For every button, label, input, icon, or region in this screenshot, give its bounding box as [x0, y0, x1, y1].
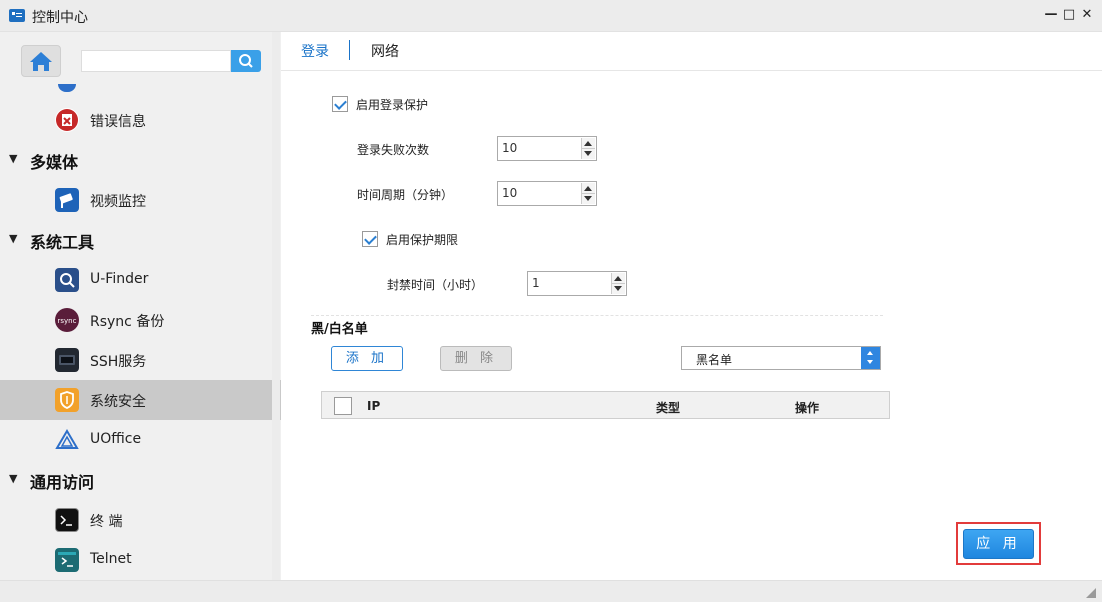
- window-title: 控制中心: [32, 10, 88, 26]
- home-button[interactable]: [21, 45, 61, 77]
- sidebar-item-label: 视频监控: [90, 194, 146, 210]
- sidebar-item-label: Rsync 备份: [90, 314, 165, 330]
- section-general-access[interactable]: ▼ 通用访问: [0, 460, 281, 500]
- column-ip[interactable]: IP: [367, 399, 380, 413]
- list-title: 黑/白名单: [311, 322, 368, 337]
- delete-button[interactable]: 删 除: [440, 346, 512, 371]
- arrow-down-icon[interactable]: [584, 196, 592, 201]
- main-panel: 登录 网络 启用登录保护 登录失败次数 10 时间周期（分钟） 10 启用保护期…: [281, 32, 1102, 580]
- ssh-icon: [55, 348, 79, 372]
- shield-icon: [55, 388, 79, 412]
- camera-icon: [55, 188, 79, 212]
- uoffice-icon: [55, 428, 79, 452]
- finder-icon: [55, 268, 79, 292]
- scrolled-item-icon: [58, 84, 76, 92]
- tab-divider: [349, 40, 350, 60]
- sidebar-item-label: Telnet: [90, 551, 132, 567]
- table-header: IP 类型 操作: [321, 391, 890, 419]
- fail-count-value: 10: [502, 141, 518, 155]
- section-label: 多媒体: [30, 153, 79, 172]
- terminal-icon: [55, 508, 79, 532]
- column-action[interactable]: 操作: [795, 399, 819, 416]
- add-button[interactable]: 添 加: [331, 346, 403, 371]
- chevron-down-icon: ▼: [9, 472, 18, 485]
- sidebar-item-telnet[interactable]: Telnet: [0, 540, 281, 580]
- app-icon: [9, 9, 25, 22]
- select-arrows-icon[interactable]: [861, 347, 880, 369]
- stepper-arrows[interactable]: [611, 273, 625, 294]
- section-system-tools[interactable]: ▼ 系统工具: [0, 220, 281, 260]
- ban-time-stepper[interactable]: 1: [527, 271, 627, 296]
- home-icon: [30, 52, 52, 71]
- period-label: 时间周期（分钟）: [357, 188, 454, 202]
- resize-grip-icon[interactable]: [1086, 588, 1096, 598]
- chevron-down-icon: ▼: [9, 232, 18, 245]
- telnet-icon: [55, 548, 79, 572]
- sidebar-item-uoffice[interactable]: UOffice: [0, 420, 281, 460]
- sidebar-scrollbar[interactable]: [272, 32, 280, 580]
- apply-button[interactable]: 应 用: [963, 529, 1034, 559]
- arrow-up-icon[interactable]: [584, 141, 592, 146]
- arrow-down-icon[interactable]: [614, 286, 622, 291]
- stepper-arrows[interactable]: [581, 138, 595, 159]
- close-button[interactable]: ✕: [1078, 6, 1096, 24]
- svg-text:rsync: rsync: [58, 317, 77, 325]
- error-log-icon: [55, 108, 79, 132]
- enable-limit-label: 启用保护期限: [386, 233, 459, 247]
- sidebar-item-system-security[interactable]: 系统安全: [0, 380, 281, 420]
- divider: [311, 315, 883, 316]
- arrow-up-icon[interactable]: [614, 276, 622, 281]
- fail-count-stepper[interactable]: 10: [497, 136, 597, 161]
- sidebar-item-ssh[interactable]: SSH服务: [0, 340, 281, 380]
- stepper-arrows[interactable]: [581, 183, 595, 204]
- fail-count-label: 登录失败次数: [357, 143, 430, 157]
- enable-limit-checkbox[interactable]: [362, 231, 378, 247]
- enable-login-protection-checkbox[interactable]: [332, 96, 348, 112]
- sidebar-item-label: 错误信息: [90, 114, 146, 130]
- tab-login[interactable]: 登录: [301, 41, 329, 61]
- ban-time-value: 1: [532, 276, 540, 290]
- search-button[interactable]: [231, 50, 261, 72]
- sidebar: 错误信息 ▼ 多媒体 视频监控 ▼ 系统工具 U-Finder rsync Rs…: [0, 32, 281, 580]
- status-bar: [0, 580, 1102, 602]
- search-icon: [239, 54, 253, 68]
- title-bar: 控制中心 — □ ✕: [0, 0, 1102, 32]
- search-input[interactable]: [81, 50, 231, 72]
- column-type[interactable]: 类型: [656, 399, 680, 416]
- minimize-button[interactable]: —: [1042, 6, 1060, 24]
- section-label: 通用访问: [30, 473, 95, 492]
- ban-time-label: 封禁时间（小时）: [387, 278, 484, 292]
- arrow-up-icon[interactable]: [584, 186, 592, 191]
- sidebar-item-label: U-Finder: [90, 271, 149, 287]
- rsync-icon: rsync: [55, 308, 79, 332]
- sidebar-item-video-surveillance[interactable]: 视频监控: [0, 180, 281, 220]
- sidebar-item-label: UOffice: [90, 431, 142, 447]
- period-stepper[interactable]: 10: [497, 181, 597, 206]
- section-label: 系统工具: [30, 233, 95, 252]
- tab-network[interactable]: 网络: [371, 41, 399, 61]
- sidebar-item-u-finder[interactable]: U-Finder: [0, 260, 281, 300]
- sidebar-item-error-log[interactable]: 错误信息: [0, 100, 281, 140]
- sidebar-item-label: 系统安全: [90, 394, 146, 410]
- period-value: 10: [502, 186, 518, 200]
- maximize-button[interactable]: □: [1060, 6, 1078, 24]
- sidebar-item-rsync-backup[interactable]: rsync Rsync 备份: [0, 300, 281, 340]
- section-multimedia[interactable]: ▼ 多媒体: [0, 140, 281, 180]
- tab-bar: 登录 网络: [281, 32, 1102, 71]
- sidebar-item-label: 终 端: [90, 514, 123, 530]
- sidebar-item-label: SSH服务: [90, 354, 147, 370]
- arrow-down-icon[interactable]: [584, 151, 592, 156]
- select-all-checkbox[interactable]: [334, 397, 352, 415]
- list-type-value: 黑名单: [696, 353, 733, 367]
- sidebar-item-terminal[interactable]: 终 端: [0, 500, 281, 540]
- list-type-select[interactable]: 黑名单: [681, 346, 881, 370]
- chevron-down-icon: ▼: [9, 152, 18, 165]
- enable-login-protection-label: 启用登录保护: [356, 98, 429, 112]
